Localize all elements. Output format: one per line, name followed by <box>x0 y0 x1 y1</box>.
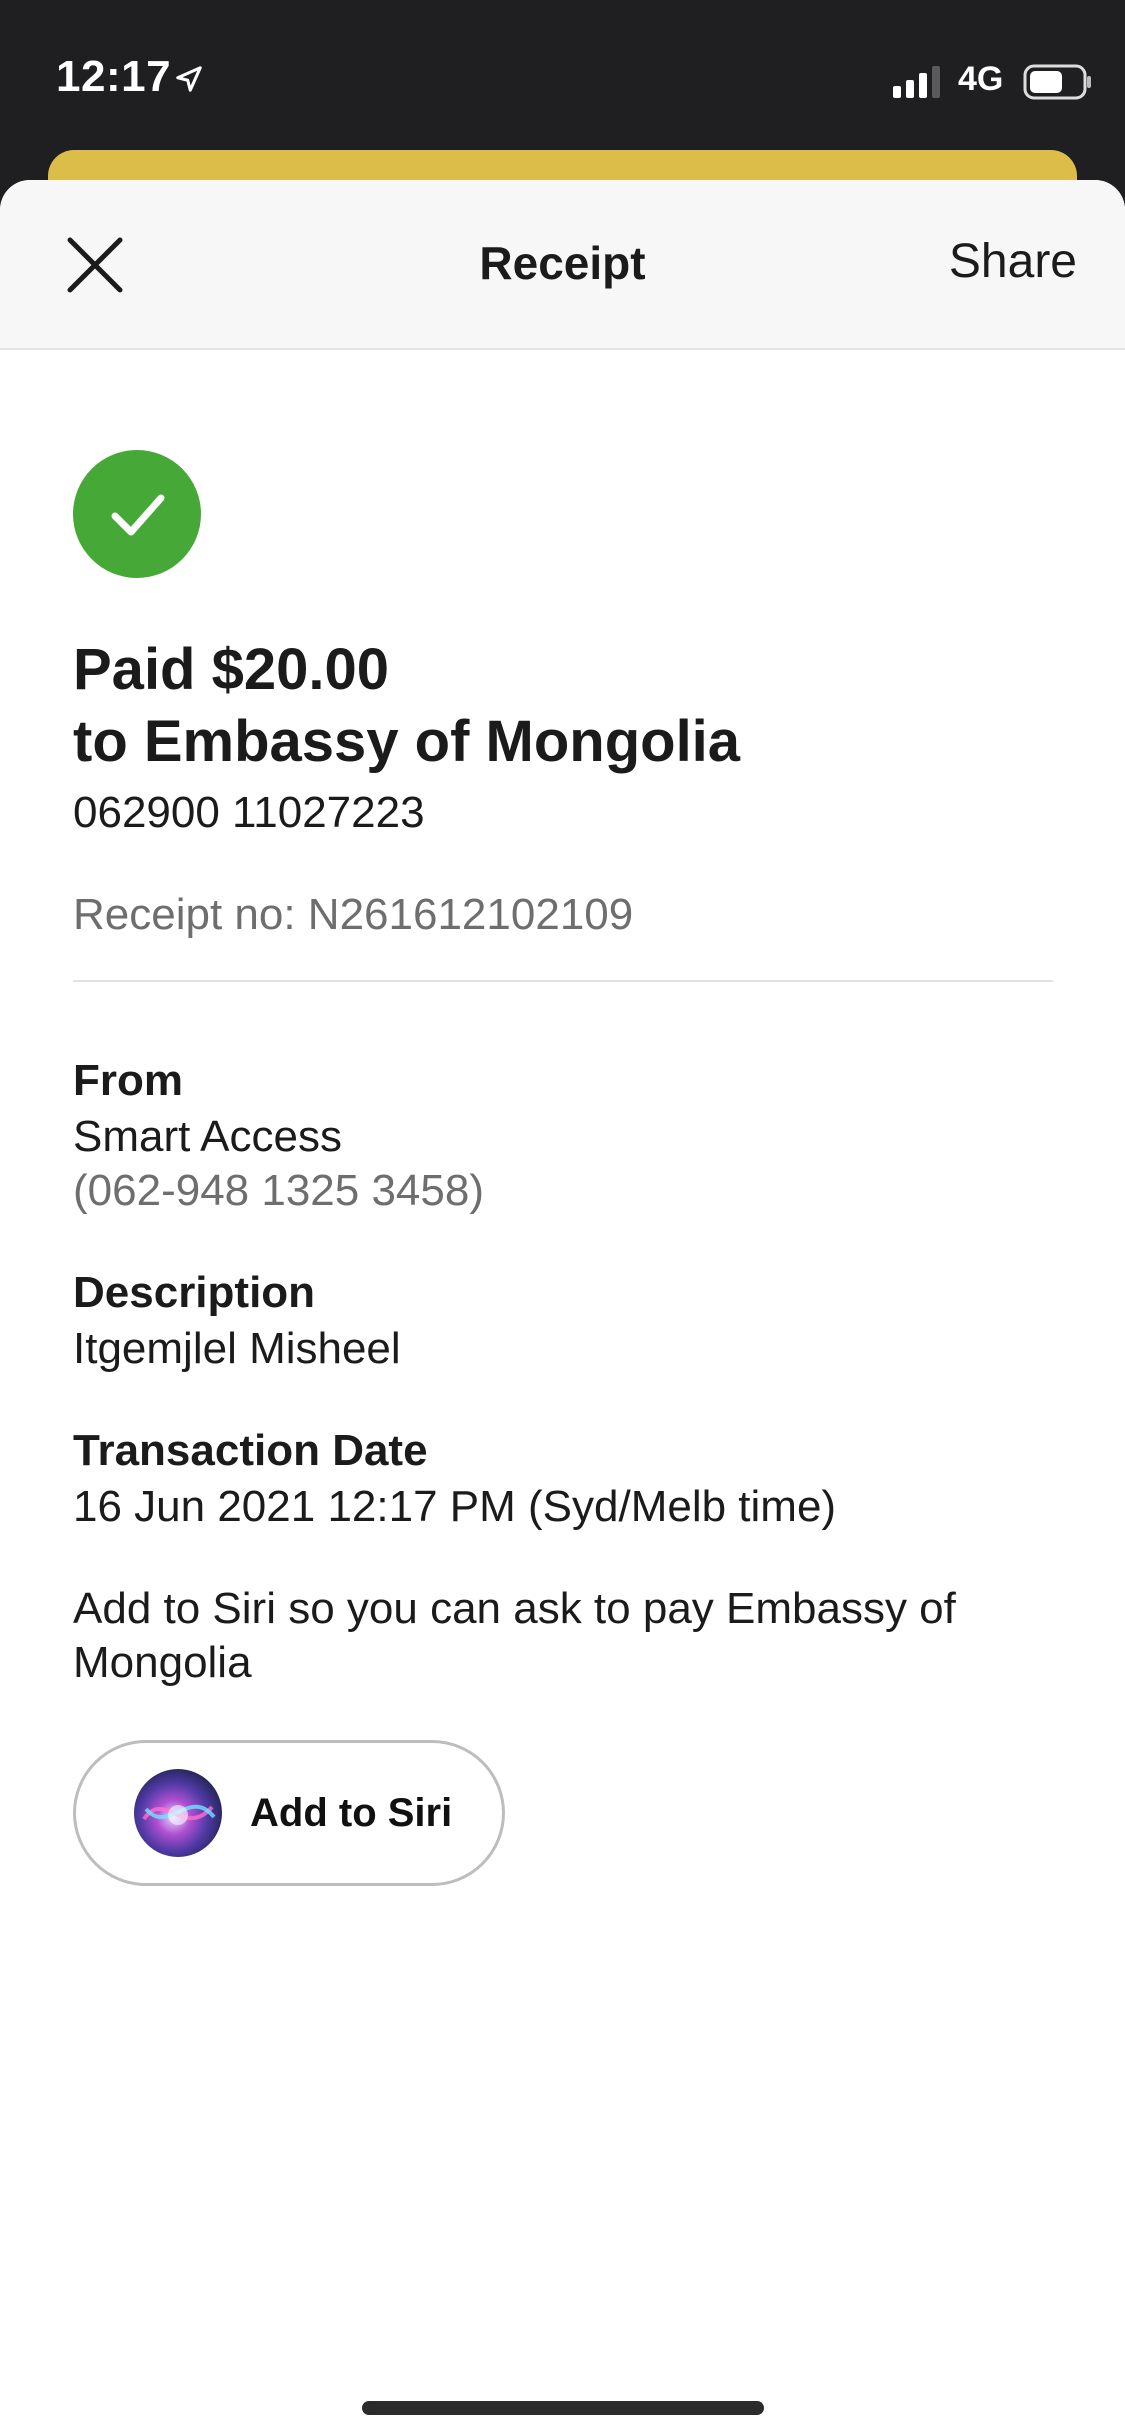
sheet-header: Receipt Share <box>0 180 1125 350</box>
transaction-date-section: Transaction Date 16 Jun 2021 12:17 PM (S… <box>73 1422 1053 1534</box>
location-arrow-icon <box>176 66 202 92</box>
transaction-date-label: Transaction Date <box>73 1426 428 1475</box>
receipt-content: Paid $20.00 to Embassy of Mongolia 06290… <box>73 450 1053 1886</box>
status-bar: 12:17 4G <box>0 0 1125 150</box>
receipt-number: Receipt no: N261612102109 <box>73 890 634 939</box>
from-section: From Smart Access (062-948 1325 3458) <box>73 1052 1053 1218</box>
payment-summary: Paid $20.00 to Embassy of Mongolia <box>73 634 1053 778</box>
transaction-date-value: 16 Jun 2021 12:17 PM (Syd/Melb time) <box>73 1482 837 1531</box>
battery-icon <box>1023 64 1091 100</box>
success-check-icon <box>73 450 201 578</box>
siri-prompt: Add to Siri so you can ask to pay Embass… <box>73 1584 956 1687</box>
divider <box>73 980 1053 982</box>
status-time: 12:17 <box>56 52 172 101</box>
description-value: Itgemjlel Misheel <box>73 1324 401 1373</box>
from-account-number: (062-948 1325 3458) <box>73 1166 484 1215</box>
siri-icon <box>134 1769 222 1857</box>
cellular-signal-icon <box>893 66 940 98</box>
screen: 12:17 4G Receipt Share Paid $20.00 to Em… <box>0 0 1125 2436</box>
receipt-sheet: Receipt Share Paid $20.00 to Embassy of … <box>0 180 1125 2436</box>
paid-amount: Paid $20.00 <box>73 637 389 702</box>
from-account-name: Smart Access <box>73 1112 342 1161</box>
payee-account-number: 062900 11027223 <box>73 788 425 837</box>
payee-name: to Embassy of Mongolia <box>73 709 741 774</box>
description-section: Description Itgemjlel Misheel <box>73 1264 1053 1376</box>
network-type: 4G <box>958 60 1004 98</box>
home-indicator[interactable] <box>362 2401 764 2415</box>
description-label: Description <box>73 1268 316 1317</box>
share-button[interactable]: Share <box>949 234 1077 289</box>
add-to-siri-label: Add to Siri <box>250 1790 453 1835</box>
from-label: From <box>73 1056 183 1105</box>
add-to-siri-button[interactable]: Add to Siri <box>73 1740 505 1886</box>
